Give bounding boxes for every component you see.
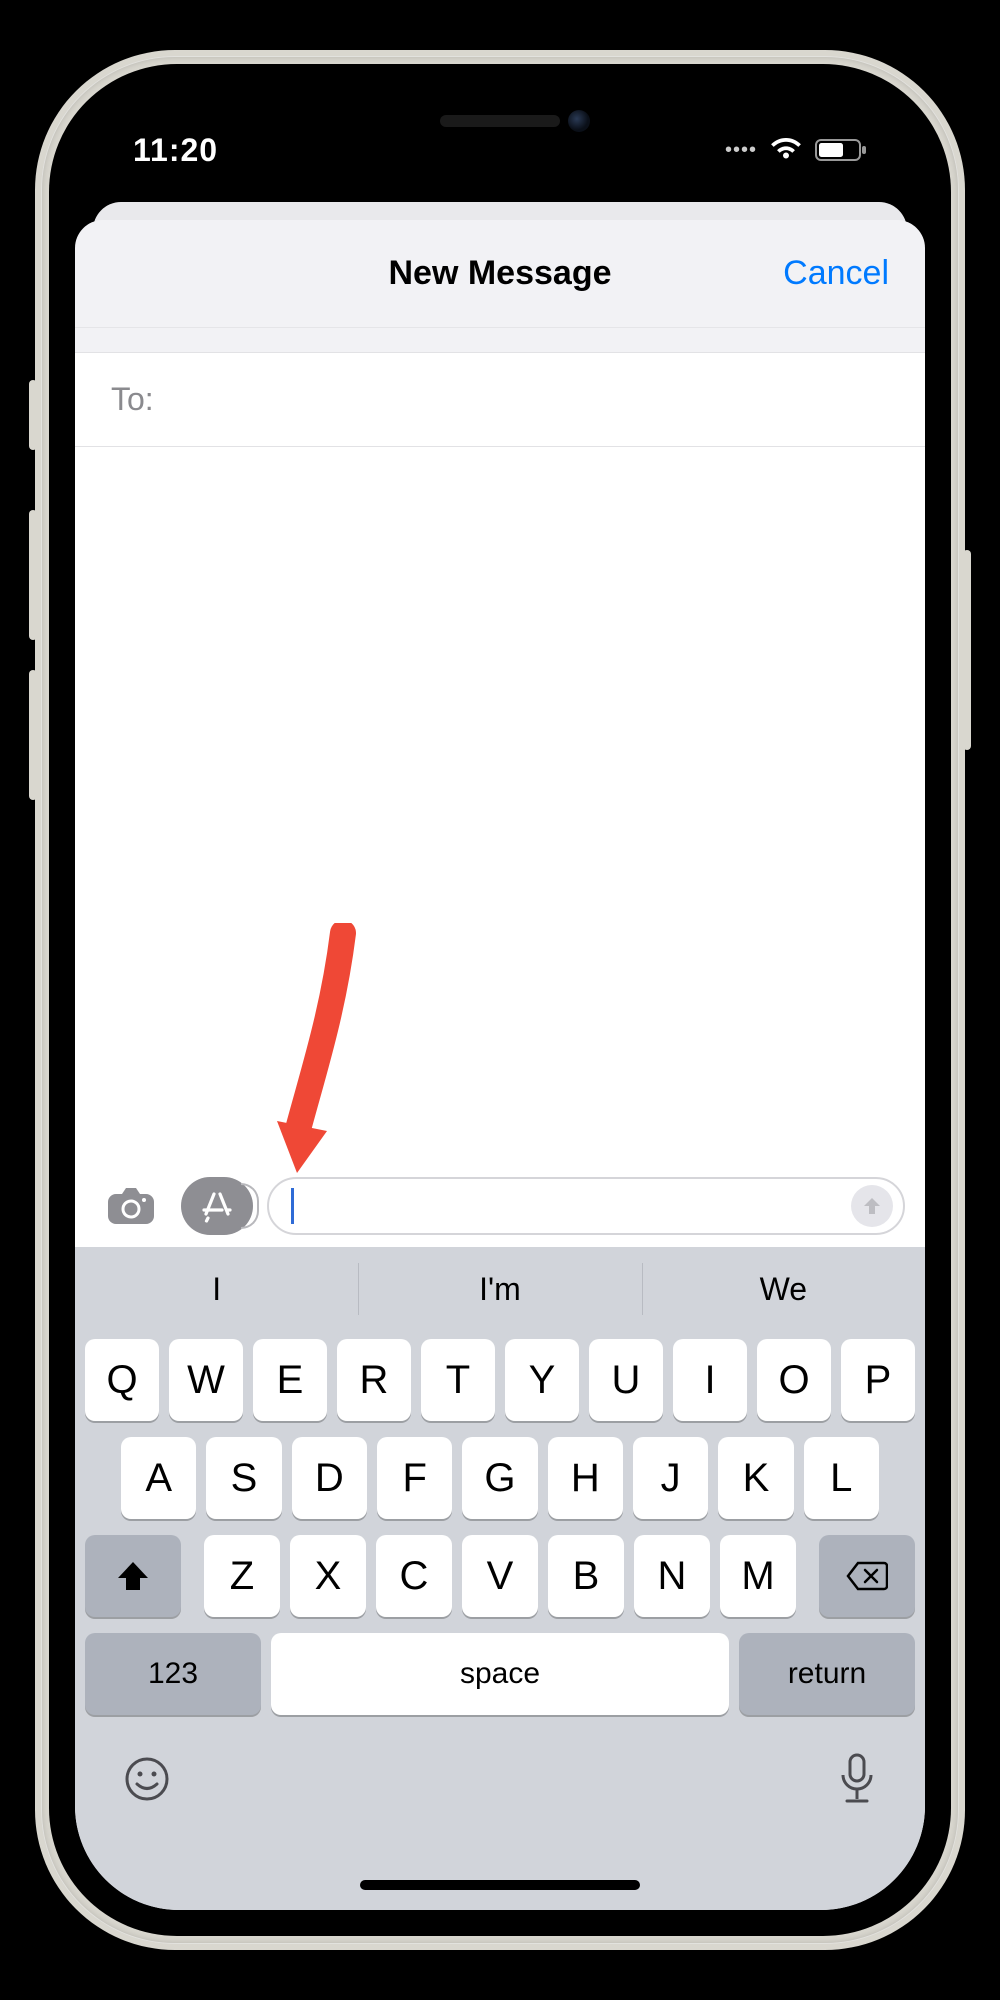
power-button [963, 550, 971, 750]
suggestion-3[interactable]: We [642, 1247, 925, 1331]
screen: 11:20 •••• New Message Cancel [75, 90, 925, 1910]
send-button[interactable] [851, 1185, 893, 1227]
key-row-1: Q W E R T Y U I O P [75, 1331, 925, 1429]
key-u[interactable]: U [589, 1339, 663, 1421]
cancel-button[interactable]: Cancel [783, 254, 889, 293]
key-g[interactable]: G [462, 1437, 537, 1519]
return-key[interactable]: return [739, 1633, 915, 1715]
key-l[interactable]: L [804, 1437, 879, 1519]
battery-icon [815, 138, 867, 162]
appstore-icon [200, 1189, 234, 1223]
earpiece-speaker [440, 115, 560, 127]
volume-up-button [29, 510, 37, 640]
key-q[interactable]: Q [85, 1339, 159, 1421]
key-h[interactable]: H [548, 1437, 623, 1519]
key-y[interactable]: Y [505, 1339, 579, 1421]
key-k[interactable]: K [718, 1437, 793, 1519]
front-camera [568, 110, 590, 132]
new-message-sheet: New Message Cancel To: [75, 220, 925, 1910]
arrow-up-icon [860, 1194, 884, 1218]
key-p[interactable]: P [841, 1339, 915, 1421]
home-indicator[interactable] [360, 1880, 640, 1890]
dictation-button[interactable] [837, 1753, 877, 1810]
key-d[interactable]: D [292, 1437, 367, 1519]
key-o[interactable]: O [757, 1339, 831, 1421]
status-time: 11:20 [133, 132, 218, 169]
key-v[interactable]: V [462, 1535, 538, 1617]
key-j[interactable]: J [633, 1437, 708, 1519]
key-n[interactable]: N [634, 1535, 710, 1617]
to-label: To: [111, 381, 154, 417]
shift-key[interactable] [85, 1535, 181, 1617]
key-m[interactable]: M [720, 1535, 796, 1617]
key-b[interactable]: B [548, 1535, 624, 1617]
key-f[interactable]: F [377, 1437, 452, 1519]
message-input[interactable] [267, 1177, 905, 1235]
to-field-row[interactable]: To: [75, 352, 925, 447]
volume-down-button [29, 670, 37, 800]
suggestion-bar: I I'm We [75, 1247, 925, 1331]
keyboard-bottom-row [75, 1723, 925, 1810]
suggestion-1[interactable]: I [75, 1247, 358, 1331]
microphone-icon [837, 1753, 877, 1805]
key-row-2: A S D F G H J K L [75, 1429, 925, 1527]
camera-icon [106, 1186, 156, 1226]
key-row-4: 123 space return [75, 1625, 925, 1723]
compose-bar [75, 1167, 925, 1247]
sheet-header: New Message Cancel [75, 220, 925, 328]
key-c[interactable]: C [376, 1535, 452, 1617]
key-r[interactable]: R [337, 1339, 411, 1421]
backspace-icon [846, 1561, 888, 1591]
notch [290, 90, 710, 152]
mute-switch [29, 380, 37, 450]
key-row-3: Z X C V B N M [75, 1527, 925, 1625]
backspace-key[interactable] [819, 1535, 915, 1617]
cellular-dots-icon: •••• [725, 139, 757, 162]
emoji-button[interactable] [123, 1755, 171, 1808]
wifi-icon [769, 138, 803, 162]
key-z[interactable]: Z [204, 1535, 280, 1617]
annotation-arrow-icon [273, 923, 363, 1183]
phone-frame: 11:20 •••• New Message Cancel [35, 50, 965, 1950]
space-key[interactable]: space [271, 1633, 729, 1715]
key-w[interactable]: W [169, 1339, 243, 1421]
conversation-area [75, 447, 925, 1167]
suggestion-2[interactable]: I'm [358, 1247, 641, 1331]
keyboard: I I'm We Q W E R T Y U I O P [75, 1247, 925, 1910]
sheet-title: New Message [389, 254, 612, 293]
text-caret [291, 1188, 294, 1224]
emoji-icon [123, 1755, 171, 1803]
key-t[interactable]: T [421, 1339, 495, 1421]
numbers-key[interactable]: 123 [85, 1633, 261, 1715]
key-e[interactable]: E [253, 1339, 327, 1421]
key-s[interactable]: S [206, 1437, 281, 1519]
key-x[interactable]: X [290, 1535, 366, 1617]
key-a[interactable]: A [121, 1437, 196, 1519]
key-i[interactable]: I [673, 1339, 747, 1421]
apps-button[interactable] [181, 1177, 253, 1235]
camera-button[interactable] [95, 1177, 167, 1235]
shift-icon [116, 1560, 150, 1592]
